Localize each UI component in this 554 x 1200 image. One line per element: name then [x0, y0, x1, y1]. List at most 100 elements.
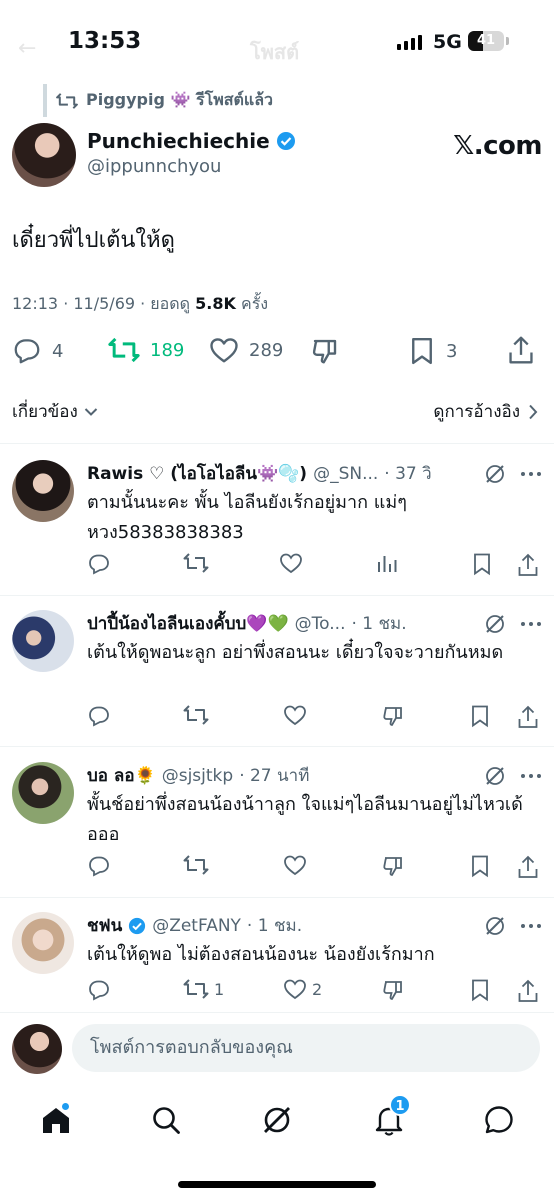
divider	[0, 595, 554, 596]
reply-icon	[12, 336, 42, 366]
reply-dislike-button[interactable]	[381, 704, 405, 728]
xcom-watermark: 𝕏.com	[453, 131, 542, 161]
reply-views-button[interactable]	[375, 552, 399, 576]
reply-bookmark-button[interactable]	[469, 854, 491, 878]
reply-author-handle[interactable]: @To...	[295, 614, 346, 634]
like-button[interactable]: 289	[209, 336, 283, 364]
repost-icon	[183, 552, 209, 574]
reply-avatar[interactable]	[12, 460, 74, 522]
reply-author-name[interactable]: บอ ลอ🌻	[87, 762, 156, 789]
reply-input[interactable]: โพสต์การตอบกลับของคุณ	[72, 1024, 540, 1072]
reply-avatar[interactable]	[12, 912, 74, 974]
reply-like-count: 2	[312, 979, 323, 999]
reply-bookmark-button[interactable]	[469, 978, 491, 1002]
reply-like-button[interactable]	[283, 704, 312, 726]
share-icon	[517, 854, 539, 880]
thumbs-down-icon	[310, 336, 340, 366]
thumbs-down-icon	[381, 704, 405, 728]
reply-bookmark-button[interactable]	[471, 552, 493, 576]
reply-dislike-button[interactable]	[381, 854, 405, 878]
reply-author-name[interactable]: ปาปี้น้องไอลีนเองคั้บบ💜💚	[87, 610, 289, 637]
verified-badge-icon	[128, 917, 146, 935]
reply-avatar[interactable]	[12, 610, 74, 672]
reply-header: บอ ลอ🌻 @sjsjtkp · 27 นาที	[87, 762, 542, 789]
reply-author-handle[interactable]: @_SN...	[313, 464, 378, 484]
author-name[interactable]: Punchiechiechie	[87, 129, 296, 153]
reply-repost-count: 1	[214, 979, 225, 999]
more-options-icon[interactable]	[520, 621, 542, 627]
reply-repost-button[interactable]	[183, 552, 214, 574]
reply-like-button[interactable]	[279, 552, 308, 574]
tab-grok[interactable]	[257, 1100, 297, 1140]
reply-actions	[87, 552, 542, 578]
reply-author-handle[interactable]: @ZetFANY	[152, 916, 241, 936]
reply-item[interactable]: Rawis ♡ (ไอโอไอลีน👾🫧) @_SN... · 37 วิ ตา…	[0, 460, 554, 594]
reply-button[interactable]: 4	[12, 336, 63, 366]
repost-button[interactable]: 189	[108, 336, 184, 364]
post-author[interactable]: Punchiechiechie @ippunnchyou 𝕏.com	[12, 123, 542, 187]
reply-share-button[interactable]	[517, 854, 539, 880]
reply-avatar[interactable]	[12, 762, 74, 824]
reply-repost-button[interactable]	[183, 854, 214, 876]
reply-author-name[interactable]: ชฟน	[87, 912, 122, 939]
reply-share-button[interactable]	[517, 978, 539, 1004]
heart-icon	[283, 704, 307, 726]
reply-like-button[interactable]	[283, 854, 312, 876]
reply-reply-button[interactable]	[87, 552, 116, 576]
tab-messages[interactable]	[479, 1100, 519, 1140]
my-avatar[interactable]	[12, 1024, 62, 1074]
view-quotes-link[interactable]: ดูการอ้างอิง	[433, 398, 538, 425]
reply-share-button[interactable]	[517, 552, 539, 578]
reply-item[interactable]: บอ ลอ🌻 @sjsjtkp · 27 นาที พั้นช์อย่าพึ่ง…	[0, 762, 554, 896]
tab-search[interactable]	[146, 1100, 186, 1140]
repost-banner[interactable]: Piggypig 👾 รีโพสต์แล้ว	[56, 88, 273, 113]
thumbs-down-icon	[381, 854, 405, 878]
reply-author-name[interactable]: Rawis ♡ (ไอโอไอลีน👾🫧)	[87, 460, 307, 487]
faded-page-title: โพสต์	[250, 40, 300, 64]
battery-level: 41	[476, 33, 496, 48]
reply-time: · 27 นาที	[239, 766, 310, 786]
reply-like-button[interactable]: 2	[283, 978, 322, 1000]
chevron-right-icon	[528, 404, 538, 420]
tab-home[interactable]	[36, 1100, 76, 1140]
reply-reply-button[interactable]	[87, 704, 116, 728]
reply-reply-button[interactable]	[87, 978, 116, 1002]
author-avatar[interactable]	[12, 123, 76, 187]
bookmark-button[interactable]: 3	[408, 336, 457, 366]
repost-banner-text: Piggypig 👾 รีโพสต์แล้ว	[86, 90, 273, 109]
network-label: 5G	[433, 31, 462, 53]
dislike-button[interactable]	[310, 336, 340, 366]
reply-item[interactable]: ชฟน @ZetFANY · 1 ชม. เต้นให้ดูพอ ไม่ต้อง…	[0, 912, 554, 1012]
grok-icon[interactable]	[484, 463, 506, 485]
divider	[0, 443, 554, 444]
bookmark-icon	[469, 854, 491, 878]
reply-bookmark-button[interactable]	[469, 704, 491, 728]
more-options-icon[interactable]	[520, 923, 542, 929]
more-options-icon[interactable]	[520, 773, 542, 779]
reply-dislike-button[interactable]	[381, 978, 405, 1002]
more-options-icon[interactable]	[520, 471, 542, 477]
reply-share-button[interactable]	[517, 704, 539, 730]
sort-related-dropdown[interactable]: เกี่ยวข้อง	[12, 398, 98, 425]
reply-text: เต้นให้ดูพอนะลูก อย่าพึ่งสอนนะ เดี๋ยวใจจ…	[87, 642, 504, 663]
author-handle[interactable]: @ippunnchyou	[87, 156, 221, 177]
grok-icon[interactable]	[484, 765, 506, 787]
reply-repost-button[interactable]: 1	[183, 978, 224, 1000]
repost-icon	[56, 92, 78, 110]
views-chart-icon	[375, 552, 399, 576]
grok-icon[interactable]	[484, 915, 506, 937]
tab-notifications[interactable]: 1	[369, 1094, 411, 1140]
grok-icon[interactable]	[484, 613, 506, 635]
post-text: เดี๋ยวพี่ไปเต้นให้ดู	[12, 228, 175, 253]
reply-reply-button[interactable]	[87, 854, 116, 878]
reply-item[interactable]: ปาปี้น้องไอลีนเองคั้บบ💜💚 @To... · 1 ชม. …	[0, 610, 554, 744]
notifications-badge: 1	[389, 1094, 411, 1116]
reply-actions	[87, 854, 542, 880]
reply-author-handle[interactable]: @sjsjtkp	[162, 766, 233, 786]
reply-repost-button[interactable]	[183, 704, 214, 726]
share-button[interactable]	[507, 334, 535, 366]
repost-count: 189	[150, 339, 185, 361]
reply-composer: โพสต์การตอบกลับของคุณ	[0, 1012, 554, 1086]
reply-time: · 1 ชม.	[351, 614, 407, 634]
chevron-down-icon	[84, 407, 98, 417]
